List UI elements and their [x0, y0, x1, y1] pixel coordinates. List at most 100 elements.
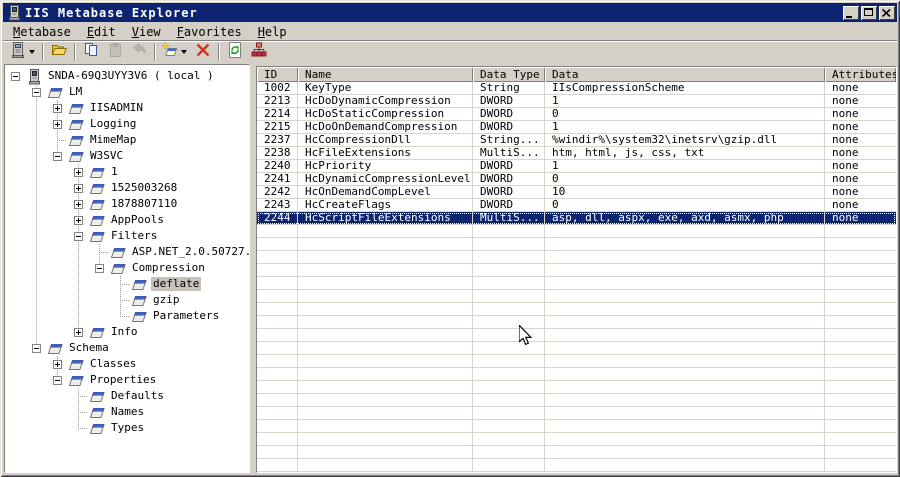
- collapse-minus-icon[interactable]: [74, 232, 83, 241]
- column-header-attributes[interactable]: Attributes: [825, 67, 896, 82]
- collapse-minus-icon[interactable]: [32, 344, 41, 353]
- expand-plus-icon[interactable]: [53, 120, 62, 129]
- tree-item-schema[interactable]: Schema: [5, 340, 249, 356]
- tree-item-names[interactable]: Names: [5, 404, 249, 420]
- collapse-minus-icon[interactable]: [11, 72, 20, 81]
- tree-item-asp-net-2-0-50727-0[interactable]: ASP.NET_2.0.50727.0: [5, 244, 249, 260]
- tree-item-label[interactable]: gzip: [151, 293, 182, 307]
- tree-item-label[interactable]: Compression: [130, 261, 207, 275]
- column-header-id[interactable]: ID: [257, 67, 298, 82]
- collapse-minus-icon[interactable]: [95, 264, 104, 273]
- tree-expander[interactable]: [68, 180, 89, 196]
- refresh-button[interactable]: [223, 42, 247, 63]
- menu-favorites[interactable]: Favorites: [172, 24, 247, 40]
- tree-expander[interactable]: [89, 260, 110, 276]
- tree-item-label[interactable]: Info: [109, 325, 140, 339]
- tree-item-label[interactable]: Schema: [67, 341, 111, 355]
- tree-item-snda-69q3uyy3v6-local-[interactable]: SNDA-69Q3UYY3V6 ( local ): [5, 68, 249, 85]
- expand-plus-icon[interactable]: [53, 104, 62, 113]
- tree-item-label[interactable]: ASP.NET_2.0.50727.0: [130, 245, 249, 259]
- tree-item-label[interactable]: LM: [67, 85, 84, 99]
- tree-item-label[interactable]: 1878807110: [109, 197, 179, 211]
- tree-expander[interactable]: [68, 212, 89, 228]
- new-record-button[interactable]: [159, 41, 191, 63]
- tree-item-iisadmin[interactable]: IISADMIN: [5, 100, 249, 116]
- delete-button[interactable]: [191, 42, 215, 63]
- expand-plus-icon[interactable]: [74, 328, 83, 337]
- tree-expander[interactable]: [47, 116, 68, 132]
- property-row-2213[interactable]: 2213 HcDoDynamicCompression DWORD 1 none: [257, 95, 896, 108]
- menu-help[interactable]: Help: [253, 24, 292, 40]
- dropdown-arrow-icon[interactable]: [29, 50, 35, 54]
- maximize-button[interactable]: [861, 5, 877, 20]
- undo-button[interactable]: [127, 42, 151, 63]
- paste-button[interactable]: [103, 42, 127, 63]
- tree-item-lm[interactable]: LM: [5, 84, 249, 100]
- collapse-minus-icon[interactable]: [53, 376, 62, 385]
- tree-item-label[interactable]: MimeMap: [88, 133, 138, 147]
- tree-item-apppools[interactable]: AppPools: [5, 212, 249, 228]
- tree-item-w3svc[interactable]: W3SVC: [5, 148, 249, 164]
- tree-expander[interactable]: [68, 196, 89, 212]
- close-button[interactable]: [879, 5, 895, 20]
- tree-expander[interactable]: [26, 340, 47, 356]
- tree-expander[interactable]: [68, 324, 89, 340]
- property-row-2244[interactable]: 2244 HcScriptFileExtensions MultiS... asp, …: [257, 212, 896, 225]
- tree-item-label[interactable]: Filters: [109, 229, 159, 243]
- tree-item-label[interactable]: deflate: [151, 277, 202, 291]
- expand-plus-icon[interactable]: [74, 200, 83, 209]
- tree-expander[interactable]: [68, 164, 89, 180]
- property-row-2214[interactable]: 2214 HcDoStaticCompression DWORD 0 none: [257, 108, 896, 121]
- tree-item-defaults[interactable]: Defaults: [5, 388, 249, 404]
- tree-item-label[interactable]: Classes: [88, 357, 138, 371]
- property-row-2241[interactable]: 2241 HcDynamicCompressionLevel DWORD 0 none: [257, 173, 896, 186]
- tree-item-label[interactable]: W3SVC: [88, 149, 125, 163]
- tree-item-deflate[interactable]: deflate: [5, 276, 249, 292]
- tree-item-classes[interactable]: Classes: [5, 356, 249, 372]
- property-row-2237[interactable]: 2237 HcCompressionDll String... %windir%\sy…: [257, 134, 896, 147]
- menu-view[interactable]: View: [127, 24, 166, 40]
- tree-expander[interactable]: [5, 68, 26, 84]
- tree-item-1[interactable]: 1: [5, 164, 249, 180]
- tree-item-label[interactable]: 1: [109, 165, 120, 179]
- copy-button[interactable]: [79, 42, 103, 63]
- tree-item-label[interactable]: Names: [109, 405, 146, 419]
- expand-plus-icon[interactable]: [53, 360, 62, 369]
- title-bar[interactable]: IIS Metabase Explorer: [3, 3, 897, 22]
- tree-item-1525003268[interactable]: 1525003268: [5, 180, 249, 196]
- menu-metabase[interactable]: Metabase: [8, 24, 76, 40]
- tree-item-properties[interactable]: Properties: [5, 372, 249, 388]
- view-hierarchy-button[interactable]: [247, 42, 271, 63]
- tree-item-label[interactable]: SNDA-69Q3UYY3V6 ( local ): [46, 69, 216, 83]
- tree-item-label[interactable]: Defaults: [109, 389, 166, 403]
- expand-plus-icon[interactable]: [74, 168, 83, 177]
- open-button[interactable]: [47, 42, 71, 63]
- tree-expander[interactable]: [47, 100, 68, 116]
- tree-item-gzip[interactable]: gzip: [5, 292, 249, 308]
- expand-plus-icon[interactable]: [74, 184, 83, 193]
- column-header-name[interactable]: Name: [298, 67, 473, 82]
- collapse-minus-icon[interactable]: [32, 88, 41, 97]
- property-row-2240[interactable]: 2240 HcPriority DWORD 1 none: [257, 160, 896, 173]
- minimize-button[interactable]: [843, 5, 859, 20]
- tree-item-1878807110[interactable]: 1878807110: [5, 196, 249, 212]
- tree-item-parameters[interactable]: Parameters: [5, 308, 249, 324]
- property-row-2238[interactable]: 2238 HcFileExtensions MultiS... htm, html, …: [257, 147, 896, 160]
- column-header-data[interactable]: Data: [545, 67, 825, 82]
- tree-item-filters[interactable]: Filters: [5, 228, 249, 244]
- tree-expander[interactable]: [26, 84, 47, 100]
- tree-item-label[interactable]: IISADMIN: [88, 101, 145, 115]
- tree-item-label[interactable]: Parameters: [151, 309, 221, 323]
- dropdown-arrow-icon[interactable]: [181, 50, 187, 54]
- property-row-2215[interactable]: 2215 HcDoOnDemandCompression DWORD 1 none: [257, 121, 896, 134]
- expand-plus-icon[interactable]: [74, 216, 83, 225]
- tree-item-label[interactable]: Types: [109, 421, 146, 435]
- tree-item-mimemap[interactable]: MimeMap: [5, 132, 249, 148]
- property-row-2243[interactable]: 2243 HcCreateFlags DWORD 0 none: [257, 199, 896, 212]
- column-header-data-type[interactable]: Data Type: [473, 67, 545, 82]
- property-row-2242[interactable]: 2242 HcOnDemandCompLevel DWORD 10 none: [257, 186, 896, 199]
- tree-expander[interactable]: [47, 356, 68, 372]
- menu-edit[interactable]: Edit: [82, 24, 121, 40]
- tree-item-logging[interactable]: Logging: [5, 116, 249, 132]
- tree-expander[interactable]: [47, 372, 68, 388]
